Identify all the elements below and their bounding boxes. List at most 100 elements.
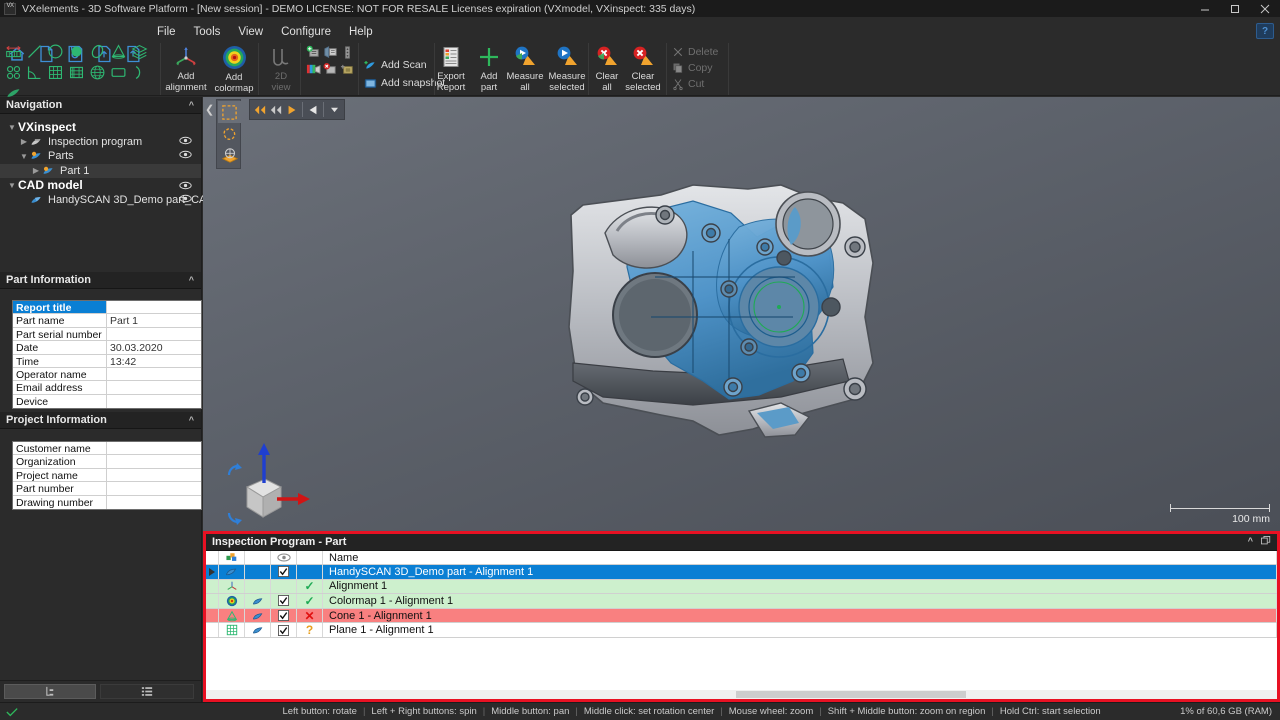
plane-icon[interactable]: [45, 62, 66, 83]
visibility-checkbox[interactable]: [271, 594, 297, 608]
row-name[interactable]: Colormap 1 - Alignment 1: [323, 594, 1277, 608]
chevron-up-icon[interactable]: ^: [189, 100, 194, 110]
row-value[interactable]: Part 1: [107, 314, 201, 326]
visibility-checkbox[interactable]: [271, 565, 297, 579]
table-row[interactable]: Report title: [13, 301, 201, 314]
row-value[interactable]: [107, 301, 201, 313]
close-icon[interactable]: [1250, 0, 1280, 17]
row-name[interactable]: Cone 1 - Alignment 1: [323, 609, 1277, 623]
play-back-icon[interactable]: [305, 100, 321, 119]
row-value[interactable]: [107, 496, 201, 509]
row-value[interactable]: [107, 395, 201, 408]
rectangle-selection-icon[interactable]: [218, 101, 241, 123]
table-row[interactable]: Project name: [13, 469, 201, 482]
column-type[interactable]: [219, 551, 245, 564]
column-alignment[interactable]: [245, 551, 271, 564]
undo-selection-icon[interactable]: [252, 100, 268, 119]
tree-node-parts[interactable]: ▼ Parts: [0, 149, 201, 164]
2d-view-button[interactable]: 2Dview: [262, 41, 300, 103]
scrollbar-thumb[interactable]: [736, 691, 966, 698]
tree-node-cad-model[interactable]: ▼ CAD model: [0, 178, 201, 193]
column-name[interactable]: Name: [323, 551, 1277, 564]
navigation-panel-header[interactable]: Navigation ^: [0, 97, 201, 114]
chevron-up-icon[interactable]: ^: [189, 415, 194, 425]
clear-selected-button[interactable]: Clearselected: [622, 41, 664, 103]
project-information-header[interactable]: Project Information ^: [0, 412, 201, 429]
3d-viewport[interactable]: ❮: [203, 97, 1280, 531]
float-panel-icon[interactable]: [1261, 536, 1271, 546]
eye-icon[interactable]: [179, 194, 192, 203]
delete-button[interactable]: Delete: [668, 44, 728, 60]
tree-view-button[interactable]: [4, 684, 96, 699]
redo-selection-icon[interactable]: [268, 100, 284, 119]
tree-node-part-1[interactable]: ▶ Part 1: [0, 164, 201, 179]
row-value[interactable]: [107, 455, 201, 467]
ellipse-icon[interactable]: [87, 41, 108, 62]
tree-node-vxinspect[interactable]: ▼ VXinspect: [0, 120, 201, 135]
menu-view[interactable]: View: [229, 23, 272, 41]
collapse-panel-icon[interactable]: ^: [1248, 536, 1253, 546]
row-value[interactable]: 13:42: [107, 355, 201, 367]
table-row[interactable]: HandySCAN 3D_Demo part - Alignment 1: [206, 565, 1277, 580]
measure-selected-button[interactable]: Measureselected: [546, 41, 588, 103]
table-row[interactable]: ? Plane 1 - Alignment 1: [206, 623, 1277, 638]
table-row[interactable]: Organization: [13, 455, 201, 468]
clipping-plane-icon[interactable]: [218, 145, 241, 167]
annotation-options-icon[interactable]: [339, 44, 356, 61]
table-row[interactable]: Operator name: [13, 368, 201, 381]
export-report-button[interactable]: ExportReport: [428, 41, 474, 103]
table-row[interactable]: Part namePart 1: [13, 314, 201, 327]
visibility-checkbox[interactable]: [271, 623, 297, 637]
table-row[interactable]: Date30.03.2020: [13, 341, 201, 354]
arc-icon[interactable]: [129, 62, 150, 83]
row-value[interactable]: [107, 328, 201, 340]
chevron-up-icon[interactable]: ^: [189, 275, 194, 285]
minimize-icon[interactable]: [1190, 0, 1220, 17]
clear-all-button[interactable]: Clearall: [588, 41, 626, 103]
menu-tools[interactable]: Tools: [185, 23, 230, 41]
add-colormap-button[interactable]: Addcolormap: [212, 41, 256, 103]
list-view-button[interactable]: [100, 684, 194, 699]
expand-arrow-icon[interactable]: ▼: [6, 181, 18, 190]
collapse-arrow-icon[interactable]: ▶: [30, 166, 42, 175]
row-name[interactable]: HandySCAN 3D_Demo part - Alignment 1: [323, 565, 1277, 579]
circle-icon[interactable]: [45, 41, 66, 62]
table-row[interactable]: Part number: [13, 482, 201, 495]
annotation-color-icon[interactable]: [305, 61, 322, 78]
sphere-icon[interactable]: [87, 62, 108, 83]
annotation-layout-icon[interactable]: [322, 44, 339, 61]
maximize-icon[interactable]: [1220, 0, 1250, 17]
cone-icon[interactable]: [108, 41, 129, 62]
table-row[interactable]: ✓ Colormap 1 - Alignment 1: [206, 594, 1277, 609]
row-value[interactable]: [107, 368, 201, 380]
horizontal-scrollbar[interactable]: [206, 690, 1277, 699]
inspection-program-header[interactable]: Inspection Program - Part ^: [206, 534, 1277, 551]
add-snapshot-button[interactable]: Add snapshot: [360, 75, 434, 91]
help-button[interactable]: ?: [1256, 23, 1274, 39]
table-row[interactable]: Time13:42: [13, 355, 201, 368]
row-value[interactable]: [107, 482, 201, 494]
part-information-header[interactable]: Part Information ^: [0, 272, 201, 289]
annotation-plus-icon[interactable]: [339, 61, 356, 78]
delete-annotation-icon[interactable]: [322, 61, 339, 78]
add-alignment-button[interactable]: Addalignment: [164, 41, 208, 103]
measure-all-button[interactable]: Measureall: [504, 41, 546, 103]
row-value[interactable]: [107, 442, 201, 454]
table-row[interactable]: Part serial number: [13, 328, 201, 341]
copy-button[interactable]: Copy: [668, 60, 728, 76]
pattern-icon[interactable]: [3, 62, 24, 83]
row-value[interactable]: [107, 381, 201, 393]
distance-icon[interactable]: [3, 41, 24, 62]
table-row[interactable]: Drawing number: [13, 496, 201, 509]
visibility-checkbox[interactable]: [271, 609, 297, 623]
tree-node-cad-part[interactable]: HandySCAN 3D_Demo part_CAD: [0, 193, 201, 208]
expand-arrow-icon[interactable]: ▼: [18, 152, 30, 161]
table-row[interactable]: Email address: [13, 381, 201, 394]
collapse-arrow-icon[interactable]: ▶: [18, 137, 30, 146]
play-forward-icon[interactable]: [284, 100, 300, 119]
row-value[interactable]: [107, 469, 201, 481]
add-scan-button[interactable]: Add Scan: [360, 57, 434, 73]
eye-icon[interactable]: [179, 150, 192, 159]
freehand-selection-icon[interactable]: [218, 123, 241, 145]
table-row[interactable]: Customer name: [13, 442, 201, 455]
